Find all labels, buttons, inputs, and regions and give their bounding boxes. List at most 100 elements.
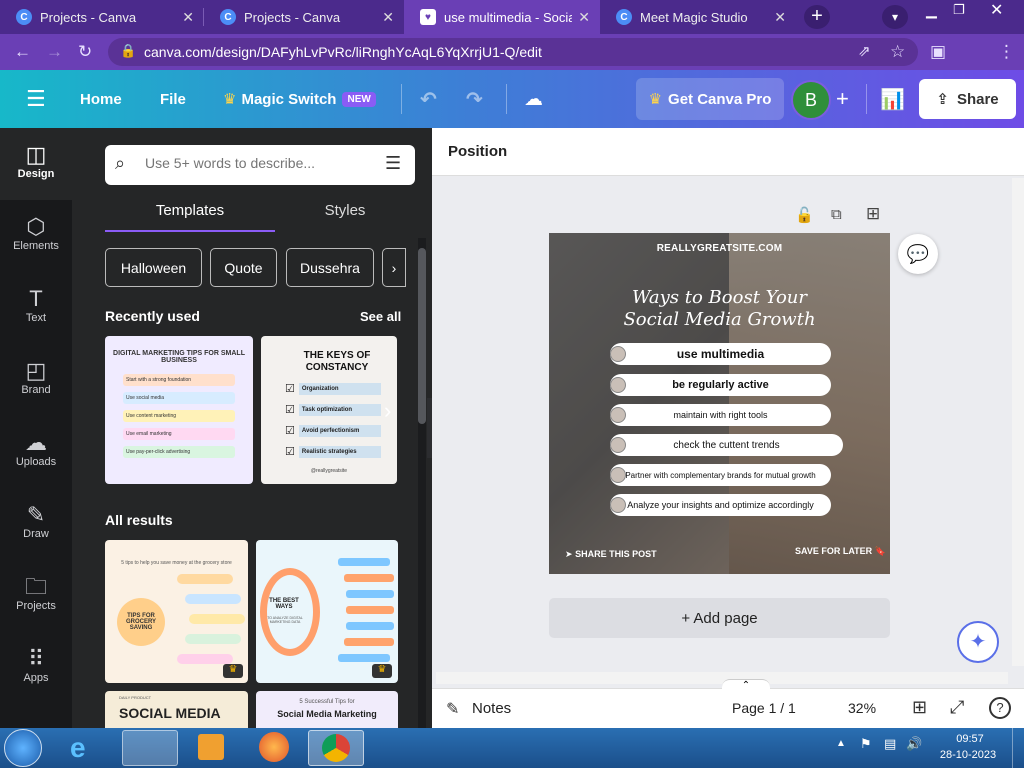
start-button-icon[interactable]	[4, 729, 42, 767]
show-desktop-button[interactable]	[1012, 728, 1024, 768]
address-bar[interactable]: 🔒 canva.com/design/DAFyhLvPvRc/liRnghYcA…	[108, 38, 918, 66]
add-page-icon[interactable]: ⊞	[866, 204, 880, 224]
browser-tab[interactable]: C Projects - Canva ✕	[0, 0, 204, 34]
tray-network-icon[interactable]: ▤	[884, 736, 896, 752]
check-icon: ☑	[285, 446, 295, 458]
tab-styles[interactable]: Styles	[260, 198, 430, 232]
position-button[interactable]: Position	[448, 143, 507, 160]
lock-page-icon[interactable]: 🔓	[795, 206, 814, 224]
template-thumbnail[interactable]: 5 Successful Tips for Social Media Marke…	[256, 691, 398, 728]
close-tab-icon[interactable]: ✕	[182, 9, 194, 26]
browser-tab-active[interactable]: ♥ use multimedia - Social M ✕	[404, 0, 600, 34]
tab-search-icon[interactable]: ▾	[882, 5, 908, 29]
grid-view-icon[interactable]: ⊞	[912, 697, 927, 718]
site-url-text: REALLYGREATSITE.COM	[656, 243, 783, 254]
forward-icon[interactable]: →	[46, 42, 63, 62]
side-panel-icon[interactable]: ▣	[930, 42, 946, 62]
chip-quote[interactable]: Quote	[210, 248, 277, 287]
file-button[interactable]: File	[160, 70, 186, 128]
magic-assistant-icon[interactable]: ✦	[957, 621, 999, 663]
template-thumbnail[interactable]: THE KEYS OF CONSTANCY ☑ Organization ☑ Tas…	[261, 336, 397, 484]
add-collaborator-icon[interactable]: +	[836, 70, 849, 128]
rail-item-elements[interactable]: ⬡ Elements	[0, 200, 72, 272]
bullet-dot	[610, 407, 626, 423]
rail-item-uploads[interactable]: ☁ Uploads	[0, 416, 72, 488]
template-thumbnail[interactable]: THE BEST WAYS TO ANALYZE DIGITAL MARKETI…	[256, 540, 398, 683]
add-comment-icon[interactable]: 💬	[898, 234, 938, 274]
new-tab-icon[interactable]: +	[804, 5, 830, 29]
notes-icon[interactable]: ✎	[446, 699, 459, 719]
reload-icon[interactable]: ↻	[78, 42, 92, 62]
media-player-icon[interactable]	[198, 734, 224, 760]
tray-date[interactable]: 28-10-2023	[934, 749, 1002, 761]
tray-volume-icon[interactable]: 🔊	[906, 736, 922, 752]
chrome-menu-icon[interactable]: ⋮	[998, 42, 1015, 62]
restore-icon[interactable]: ❐	[953, 2, 965, 18]
file-explorer-icon[interactable]	[122, 730, 178, 766]
carousel-next-icon[interactable]: ›	[384, 398, 391, 424]
minimize-icon[interactable]: ▁	[926, 2, 937, 19]
duplicate-page-icon[interactable]: ⧉	[831, 206, 842, 223]
rail-item-text[interactable]: T Text	[0, 272, 72, 344]
browser-tab[interactable]: C Meet Magic Studio ✕	[600, 0, 796, 34]
avatar[interactable]: B	[791, 80, 831, 120]
rail-item-draw[interactable]: ✎ Draw	[0, 488, 72, 560]
browser-tab[interactable]: C Projects - Canva ✕	[204, 0, 404, 34]
rail-item-brand[interactable]: ◰ Brand	[0, 344, 72, 416]
see-all-link[interactable]: See all	[360, 309, 401, 324]
cloud-saved-icon[interactable]: ☁	[524, 70, 543, 128]
magic-switch-button[interactable]: ♛ Magic Switch NEW	[223, 70, 376, 128]
zoom-level[interactable]: 32%	[848, 700, 876, 716]
design-page[interactable]: REALLYGREATSITE.COM Ways to Boost Your S…	[549, 233, 890, 574]
template-thumbnail[interactable]: DIGITAL MARKETING TIPS FOR SMALL BUSINES…	[105, 336, 253, 484]
redo-icon[interactable]: ↷	[466, 70, 483, 128]
get-canva-pro-button[interactable]: ♛ Get Canva Pro	[636, 78, 784, 120]
template-search-box[interactable]: ⌕ ☰	[105, 145, 415, 185]
panel-scrollbar[interactable]	[418, 238, 426, 728]
save-later-text: SAVE FOR LATER 🔖	[795, 546, 886, 557]
tray-expand-icon[interactable]: ▲	[836, 738, 846, 749]
chip-dussehra[interactable]: Dussehra	[286, 248, 374, 287]
rail-item-projects[interactable]: 🗀 Projects	[0, 560, 72, 632]
notes-button[interactable]: Notes	[472, 700, 511, 717]
tray-flag-icon[interactable]: ⚑	[860, 736, 872, 752]
chrome-taskbar-icon[interactable]	[308, 730, 364, 766]
expand-pages-icon[interactable]: ⌃	[722, 679, 770, 697]
chip-halloween[interactable]: Halloween	[105, 248, 202, 287]
chips-next-icon[interactable]: ›	[382, 248, 406, 287]
all-results-heading: All results	[105, 512, 173, 528]
close-tab-icon[interactable]: ✕	[382, 9, 394, 26]
undo-icon[interactable]: ↶	[420, 70, 437, 128]
menu-icon[interactable]: ☰	[26, 70, 46, 128]
rail-item-apps[interactable]: ⠿ Apps	[0, 632, 72, 704]
internet-explorer-icon[interactable]: e	[70, 732, 86, 764]
fullscreen-icon[interactable]: ⤢	[950, 697, 964, 718]
home-button[interactable]: Home	[80, 70, 122, 128]
insights-chart-icon[interactable]: 📊	[880, 70, 905, 128]
scrollbar-thumb[interactable]	[418, 248, 426, 424]
back-icon[interactable]: ←	[14, 42, 31, 62]
template-thumbnail[interactable]: 5 tips to help you save money at the gro…	[105, 540, 248, 683]
tray-time[interactable]: 09:57	[940, 733, 1000, 745]
list-item: Use content marketing	[123, 410, 235, 422]
close-window-icon[interactable]: ✕	[990, 0, 1003, 20]
search-input[interactable]	[145, 155, 375, 171]
close-tab-icon[interactable]: ✕	[578, 9, 590, 26]
template-thumbnail[interactable]: DAILY PRODUCT SOCIAL MEDIA	[105, 691, 248, 728]
close-tab-icon[interactable]: ✕	[774, 9, 786, 26]
share-button[interactable]: ⇪ Share	[919, 79, 1016, 119]
magic-switch-label: Magic Switch	[241, 90, 337, 108]
canvas-vertical-scrollbar[interactable]	[1012, 178, 1024, 666]
add-page-button[interactable]: + Add page	[549, 598, 890, 638]
help-icon[interactable]: ?	[989, 697, 1011, 719]
filter-sliders-icon[interactable]: ☰	[385, 153, 401, 174]
page-indicator[interactable]: Page 1 / 1	[732, 700, 796, 716]
tab-templates[interactable]: Templates	[105, 198, 275, 232]
get-pro-label: Get Canva Pro	[668, 90, 772, 108]
share-page-icon[interactable]: ⇗	[858, 42, 871, 62]
rail-label: Brand	[21, 384, 51, 396]
rail-item-design[interactable]: ◫ Design	[0, 128, 72, 200]
tab-title: use multimedia - Social M	[444, 9, 572, 25]
bookmark-star-icon[interactable]: ☆	[890, 42, 905, 62]
firefox-icon[interactable]	[259, 732, 289, 762]
